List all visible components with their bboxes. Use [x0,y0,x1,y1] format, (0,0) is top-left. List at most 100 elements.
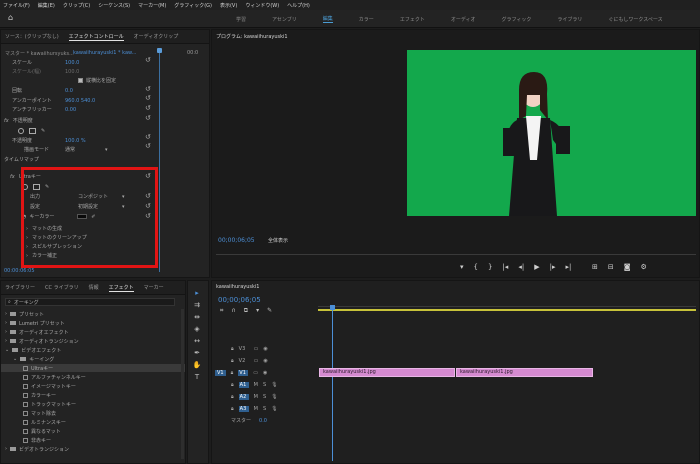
hand-icon[interactable]: ✋ [191,360,203,370]
nest-icon[interactable]: ⌗ [220,307,223,315]
tab-effect-controls[interactable]: エフェクトコントロール [68,33,124,41]
reset-icon[interactable]: ↺ [145,85,155,95]
tree-image-matte[interactable]: イメージマットキー [23,382,76,390]
tree-video-effects[interactable]: ⌄ ビデオエフェクト [5,346,61,354]
prop-scale[interactable]: スケール 100.0 [12,58,79,67]
menu-graphics[interactable]: グラフィック(G) [174,2,212,9]
marker-icon[interactable]: ▾ [460,263,464,271]
lift-icon[interactable]: ⊞ [592,263,598,271]
program-title[interactable]: プログラム: kawaiihurayuski1 [216,33,288,40]
playhead-handle[interactable] [330,305,335,310]
wrench-icon[interactable]: ✎ [267,307,272,315]
ws-audio[interactable]: オーディオ [451,16,476,23]
menu-edit[interactable]: 編集(E) [38,2,55,9]
tree-lumetri[interactable]: › Lumetri プリセット [5,319,65,327]
tab-libraries[interactable]: ライブラリー [5,284,35,291]
step-back-icon[interactable]: ◂| [518,263,524,271]
go-to-in-icon[interactable]: |◂ [502,263,508,271]
prop-anchor[interactable]: アンカーポイント 960.0 540.0 [12,96,95,105]
source-patch[interactable]: V1 [215,369,226,376]
ws-color[interactable]: カラー [359,16,374,23]
mic-icon[interactable]: 🎙︎ [271,406,277,412]
ws-editing[interactable]: 編集 [322,15,333,23]
step-forward-icon[interactable]: |▸ [550,263,556,271]
solo-icon[interactable]: S [263,382,266,388]
reset-icon[interactable]: ↺ [145,56,155,66]
lock-icon[interactable]: 🔒︎ [231,382,234,388]
ws-assembly[interactable]: アセンブリ [272,16,297,23]
prop-value[interactable]: 100.0 [65,69,79,75]
ws-effects[interactable]: エフェクト [400,16,425,23]
tree-remove-matte[interactable]: マット除去 [23,409,56,417]
lock-icon[interactable]: 🔒︎ [231,406,234,412]
track-label[interactable]: V3 [239,346,249,352]
settings-icon[interactable]: ⚙ [641,263,647,271]
tree-presets[interactable]: › プリセット [5,310,44,318]
ws-libraries[interactable]: ライブラリ [557,16,582,23]
prop-value[interactable]: 0.0 [65,88,73,94]
menu-marker[interactable]: マーカー(M) [138,2,166,9]
track-label[interactable]: A3 [238,405,249,412]
menu-file[interactable]: ファイル(F) [3,2,30,9]
tree-audio-effects[interactable]: › オーディオエフェクト [5,328,69,336]
in-point-icon[interactable]: { [474,263,478,271]
effects-search-input[interactable]: オーキング [14,299,39,306]
solo-icon[interactable]: S [263,406,266,412]
eye-icon[interactable]: ◉ [263,346,267,352]
lock-icon[interactable]: 🔒︎ [231,358,234,364]
ellipse-mask-icon[interactable] [18,127,24,134]
menu-view[interactable]: 表示(V) [220,2,237,9]
tree-track-matte[interactable]: トラックマットキー [23,400,76,408]
menu-window[interactable]: ウィンドウ(W) [245,2,279,9]
prop-value[interactable]: 100.0 [65,60,79,66]
effects-search-field[interactable]: ⌕ オーキング [5,298,175,306]
prop-value[interactable]: 通常 [65,146,75,153]
mic-icon[interactable]: 🎙︎ [271,394,277,400]
pen-icon[interactable]: ✎ [41,128,45,134]
tree-alpha-key[interactable]: アルファチャンネルキー [23,373,86,381]
ws-learning[interactable]: 学習 [236,16,246,23]
eye-icon[interactable]: ◉ [263,358,267,364]
master-clip-label[interactable]: マスター * kawaiihursyuks... [5,50,74,57]
track-label[interactable]: A1 [238,381,249,388]
tab-effects[interactable]: エフェクト [108,284,134,292]
tree-color-key[interactable]: カラーキー [23,391,56,399]
sync-icon[interactable]: ▭ [253,370,258,376]
tree-luma-key[interactable]: ルミナンスキー [23,418,66,426]
mute-icon[interactable]: M [254,382,258,388]
timeline-tab[interactable]: kawaiihurayuski1 [216,284,259,290]
timeline-ruler[interactable] [318,301,696,307]
camera-icon[interactable]: ◙ [624,263,631,271]
tree-video-transitions[interactable]: › ビデオトランジション [5,445,69,453]
effect-playhead-handle[interactable] [157,48,162,53]
ws-custom[interactable]: ぐにもしワークスペース [608,16,662,23]
mic-icon[interactable]: 🎙︎ [271,382,277,388]
reset-icon[interactable]: ↺ [145,142,155,152]
prop-lock-aspect[interactable]: 縦横比を固定 [78,76,116,85]
mute-icon[interactable]: M [254,394,258,400]
track-label[interactable]: A2 [238,393,249,400]
tab-cc-libraries[interactable]: CC ライブラリ [45,284,79,291]
tree-difference-matte[interactable]: 異なるマット [23,427,61,435]
prop-value[interactable]: 0.00 [65,107,76,113]
lock-icon[interactable]: 🔒︎ [231,370,234,376]
video-clip[interactable]: kawaiihurayuski1.jpg [456,368,593,377]
lock-icon[interactable]: 🔒︎ [231,394,234,400]
reset-icon[interactable]: ↺ [145,114,155,124]
pen-tool-icon[interactable]: ✒ [191,348,203,358]
snap-icon[interactable]: ∩ [231,307,235,315]
program-ruler[interactable] [216,250,696,255]
ws-graphics[interactable]: グラフィック [501,16,531,23]
tree-ultra-key[interactable]: Ultraキー [1,364,185,372]
razor-icon[interactable]: ◈ [191,324,203,334]
eye-icon[interactable]: ◉ [263,370,267,376]
track-select-icon[interactable]: ⇉ [191,300,203,310]
add-marker-icon[interactable]: ▾ [256,307,259,315]
slip-icon[interactable]: ↔ [191,336,203,346]
tree-audio-transitions[interactable]: › オーディオトランジション [5,337,79,345]
tab-source[interactable]: ソース：(クリップなし) [5,33,59,40]
solo-icon[interactable]: S [263,394,266,400]
mute-icon[interactable]: M [254,406,258,412]
sync-icon[interactable]: ▭ [254,358,259,364]
prop-opacity[interactable]: 不透明度 100.0 % [12,136,86,145]
